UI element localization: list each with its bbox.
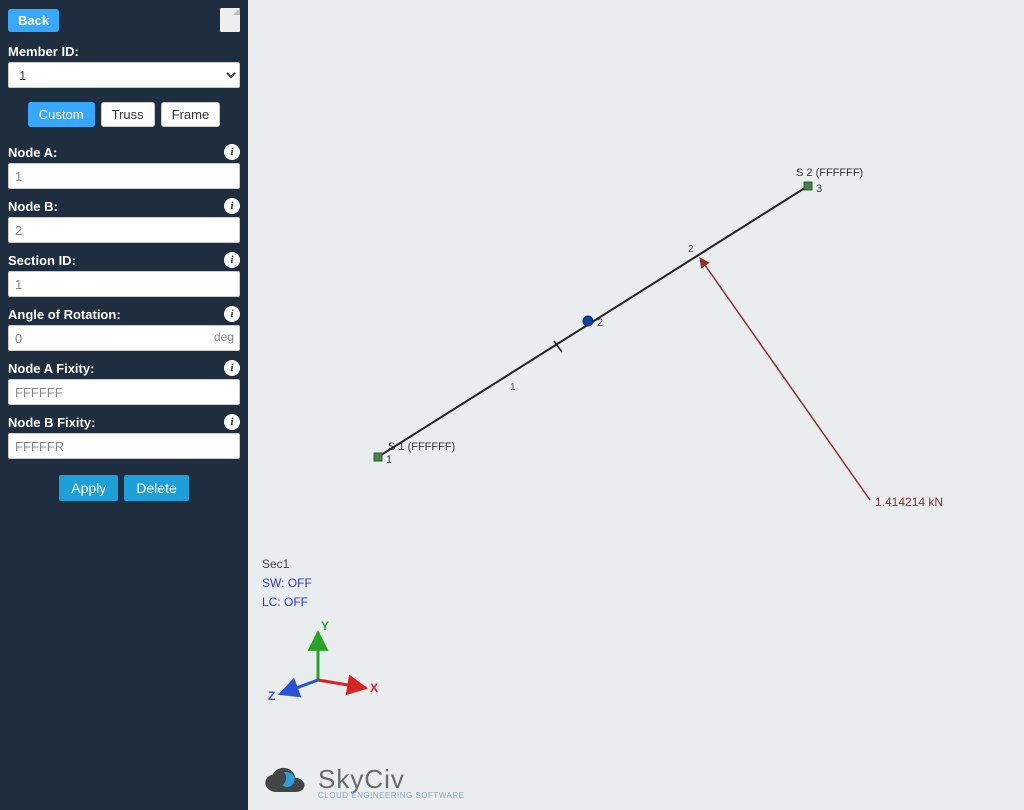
node-2-number: 2 <box>597 317 603 329</box>
cloud-icon <box>262 767 312 797</box>
status-lc: LC: OFF <box>262 593 312 612</box>
member-1-label: 1 <box>510 382 516 393</box>
node-b-input[interactable] <box>8 217 240 243</box>
apply-button[interactable]: Apply <box>59 475 118 501</box>
info-icon[interactable]: i <box>224 306 240 322</box>
status-sw: SW: OFF <box>262 574 312 593</box>
member-type-group: Custom Truss Frame <box>8 102 240 127</box>
sidebar: Back Member ID: 1 Custom Truss Frame Nod… <box>0 0 248 810</box>
status-section: Sec1 <box>262 555 312 574</box>
fixity-a-input[interactable] <box>8 379 240 405</box>
info-icon[interactable]: i <box>224 414 240 430</box>
report-icon[interactable] <box>220 8 240 32</box>
axis-x-label: X <box>370 681 378 695</box>
section-id-label: Section ID: <box>8 253 76 268</box>
info-icon[interactable]: i <box>224 252 240 268</box>
node-3-number: 3 <box>816 183 822 195</box>
support-2-node[interactable] <box>804 182 812 190</box>
support-1-node[interactable] <box>374 453 382 461</box>
node-a-input[interactable] <box>8 163 240 189</box>
support-1-label: S 1 (FFFFFF) <box>388 441 455 453</box>
scene-svg: 1.414214 kN 1 S 1 (FFFFFF) 3 S 2 (FFFFFF… <box>248 0 1024 810</box>
fixity-a-label: Node A Fixity: <box>8 361 94 376</box>
viewport-3d[interactable]: 1.414214 kN 1 S 1 (FFFFFF) 3 S 2 (FFFFFF… <box>248 0 1024 810</box>
member-type-truss[interactable]: Truss <box>101 102 155 127</box>
load-arrow[interactable] <box>700 258 870 500</box>
delete-button[interactable]: Delete <box>124 475 188 501</box>
node-2[interactable] <box>583 316 593 326</box>
status-block: Sec1 SW: OFF LC: OFF <box>262 555 312 613</box>
info-icon[interactable]: i <box>224 144 240 160</box>
member-id-select[interactable]: 1 <box>8 62 240 88</box>
axis-y-label: Y <box>321 619 329 633</box>
support-2-label: S 2 (FFFFFF) <box>796 167 863 179</box>
info-icon[interactable]: i <box>224 198 240 214</box>
axis-z-label: Z <box>268 689 275 703</box>
angle-unit: deg <box>214 330 234 344</box>
node-a-label: Node A: <box>8 145 57 160</box>
member-type-frame[interactable]: Frame <box>161 102 221 127</box>
section-id-input[interactable] <box>8 271 240 297</box>
load-label: 1.414214 kN <box>875 495 943 509</box>
member-id-label: Member ID: <box>8 44 240 59</box>
member-type-custom[interactable]: Custom <box>28 102 95 127</box>
node-b-label: Node B: <box>8 199 58 214</box>
node-1-number: 1 <box>386 454 392 466</box>
fixity-b-label: Node B Fixity: <box>8 415 95 430</box>
member-2-label: 2 <box>688 244 694 255</box>
fixity-b-input[interactable] <box>8 433 240 459</box>
back-button[interactable]: Back <box>8 9 59 32</box>
brand-logo: SkyCiv CLOUD ENGINEERING SOFTWARE <box>262 764 465 800</box>
angle-input[interactable] <box>8 325 240 351</box>
brand-tagline: CLOUD ENGINEERING SOFTWARE <box>318 791 465 800</box>
axis-gizmo[interactable]: Y X Z <box>268 619 378 703</box>
info-icon[interactable]: i <box>224 360 240 376</box>
angle-label: Angle of Rotation: <box>8 307 121 322</box>
